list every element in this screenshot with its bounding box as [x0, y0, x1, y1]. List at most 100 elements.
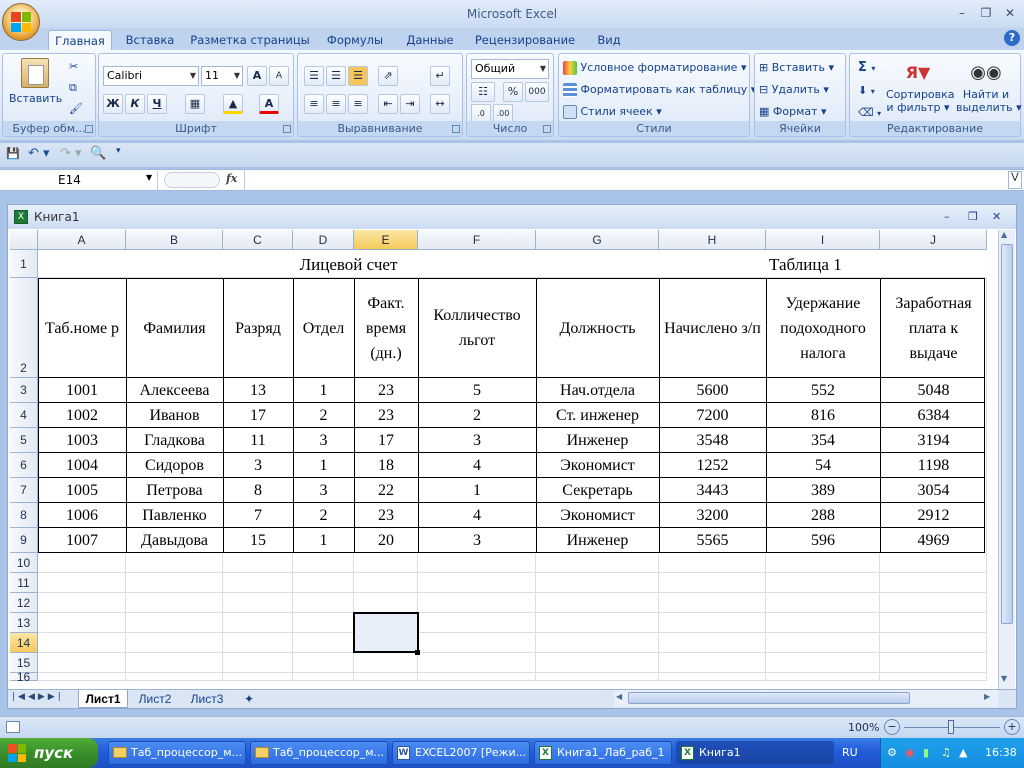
table-cell[interactable]: Инженер	[536, 528, 659, 553]
table-cell[interactable]: 17	[223, 403, 293, 428]
table-cell[interactable]: 1005	[38, 478, 126, 503]
alignment-launcher-icon[interactable]	[452, 125, 460, 133]
table-cell[interactable]: 54	[766, 453, 880, 478]
redo-icon[interactable]: ↷ ▾	[60, 146, 82, 161]
table-cell[interactable]: 1002	[38, 403, 126, 428]
table-cell[interactable]: 23	[354, 403, 418, 428]
table-cell[interactable]: 1252	[659, 453, 766, 478]
zoom-out-icon[interactable]: −	[884, 719, 900, 735]
shrink-font-button[interactable]: A	[269, 66, 289, 86]
fill-down-icon[interactable]: ⬇ ▾	[858, 84, 875, 97]
table-cell[interactable]: Нач.отдела	[536, 378, 659, 403]
table-cell[interactable]: 3	[418, 428, 536, 453]
wb-close-button[interactable]: ✕	[992, 205, 1001, 229]
align-center-icon[interactable]: ≡	[326, 94, 346, 114]
vertical-scroll-thumb[interactable]	[1001, 244, 1013, 624]
table-cell[interactable]: 3054	[880, 478, 987, 503]
column-header[interactable]: D	[293, 230, 354, 250]
row-header[interactable]: 14	[10, 633, 38, 653]
row-header[interactable]: 12	[10, 593, 38, 613]
grow-font-button[interactable]: A	[247, 66, 267, 86]
table-cell[interactable]: 3	[293, 428, 354, 453]
tab-data[interactable]: Данные	[398, 30, 462, 50]
table-cell[interactable]: 1007	[38, 528, 126, 553]
table-cell[interactable]: Петрова	[126, 478, 223, 503]
print-preview-icon[interactable]: 🔍	[90, 146, 106, 161]
formula-bar-expand-chevron-icon[interactable]: ⋁	[1008, 171, 1022, 189]
table-cell[interactable]: 1001	[38, 378, 126, 403]
fill-color-icon[interactable]: ▲	[223, 94, 243, 114]
scroll-right-icon[interactable]: ▶	[984, 692, 990, 701]
table-cell[interactable]: 1	[418, 478, 536, 503]
table-cell[interactable]: 2	[293, 503, 354, 528]
row-header[interactable]: 6	[10, 453, 38, 478]
format-painter-icon[interactable]: 🖌	[69, 102, 83, 115]
horizontal-scroll-thumb[interactable]	[628, 692, 910, 704]
table-cell[interactable]: 13	[223, 378, 293, 403]
bold-button[interactable]: Ж	[103, 94, 123, 114]
horizontal-scrollbar[interactable]: ◀ ▶	[614, 690, 998, 707]
table-cell[interactable]: 3194	[880, 428, 987, 453]
table-cell[interactable]: 23	[354, 503, 418, 528]
table-cell[interactable]: 11	[223, 428, 293, 453]
table-cell[interactable]: 596	[766, 528, 880, 553]
sheet-tab-1[interactable]: Лист1	[78, 690, 128, 708]
table-cell[interactable]: Алексеева	[126, 378, 223, 403]
table-cell[interactable]: 354	[766, 428, 880, 453]
table-cell[interactable]: 3200	[659, 503, 766, 528]
row-header[interactable]: 1	[10, 250, 38, 278]
insert-cells-button[interactable]: ⊞ Вставить ▾	[759, 61, 834, 74]
table-cell[interactable]: 18	[354, 453, 418, 478]
row-header[interactable]: 2	[10, 278, 38, 378]
paste-button[interactable]: Вставить	[9, 58, 62, 108]
merge-center-icon[interactable]: ↔	[430, 94, 450, 114]
scroll-left-icon[interactable]: ◀	[616, 692, 622, 701]
table-cell[interactable]: 1	[293, 378, 354, 403]
tab-view[interactable]: Вид	[588, 30, 630, 50]
customize-qat-icon[interactable]: ▾	[116, 146, 121, 156]
task-excel-lab[interactable]: X Книга1_Лаб_раб_1	[534, 741, 672, 765]
format-as-table-button[interactable]: Форматировать как таблицу ▾	[563, 83, 756, 97]
close-button[interactable]: ✕	[998, 4, 1022, 22]
row-header[interactable]: 13	[10, 613, 38, 633]
table-cell[interactable]: 3	[223, 453, 293, 478]
insert-sheet-icon[interactable]: ✦	[236, 690, 262, 708]
sheet-tab-2[interactable]: Лист2	[130, 690, 180, 708]
fill-handle[interactable]	[415, 650, 420, 655]
sheet-nav-icon[interactable]: |◀◀▶▶|	[12, 692, 64, 702]
help-icon[interactable]: ?	[1004, 30, 1020, 46]
table-cell[interactable]: Павленко	[126, 503, 223, 528]
align-left-icon[interactable]: ≡	[304, 94, 324, 114]
table-cell[interactable]: 4	[418, 453, 536, 478]
save-icon[interactable]: 💾	[6, 147, 20, 160]
formula-bar-expand-icon[interactable]	[164, 172, 220, 188]
table-cell[interactable]: 3548	[659, 428, 766, 453]
column-header[interactable]: H	[659, 230, 766, 250]
align-right-icon[interactable]: ≡	[348, 94, 368, 114]
row-header[interactable]: 10	[10, 553, 38, 573]
find-select-button[interactable]: ◉◉ Найти и выделить ▾	[956, 58, 1022, 114]
table-cell[interactable]: 1	[293, 453, 354, 478]
format-cells-button[interactable]: ▦ Формат ▾	[759, 105, 827, 118]
clear-eraser-icon[interactable]: ⌫ ▾	[858, 106, 881, 119]
wb-restore-button[interactable]: ❐	[968, 205, 978, 229]
tray-network-icon[interactable]: ⚙	[887, 746, 897, 759]
decrease-indent-icon[interactable]: ⇤	[378, 94, 398, 114]
table-cell[interactable]: Экономист	[536, 453, 659, 478]
tab-insert[interactable]: Вставка	[120, 30, 180, 50]
tab-page-layout[interactable]: Разметка страницы	[188, 30, 312, 50]
column-header[interactable]: C	[223, 230, 293, 250]
vertical-scrollbar[interactable]: ▲ ▼	[998, 230, 1015, 689]
table-cell[interactable]: Сидоров	[126, 453, 223, 478]
tab-formulas[interactable]: Формулы	[320, 30, 390, 50]
autosum-button[interactable]: Σ ▾	[858, 60, 875, 75]
align-middle-icon[interactable]: ☰	[326, 66, 346, 86]
task-excel-book1[interactable]: X Книга1	[676, 741, 834, 765]
table-cell[interactable]: 4	[418, 503, 536, 528]
table-cell[interactable]: Инженер	[536, 428, 659, 453]
table-cell[interactable]: 5600	[659, 378, 766, 403]
tab-home[interactable]: Главная	[48, 30, 112, 50]
language-indicator[interactable]: RU	[842, 746, 858, 759]
table-cell[interactable]: 2912	[880, 503, 987, 528]
table-cell[interactable]: 288	[766, 503, 880, 528]
